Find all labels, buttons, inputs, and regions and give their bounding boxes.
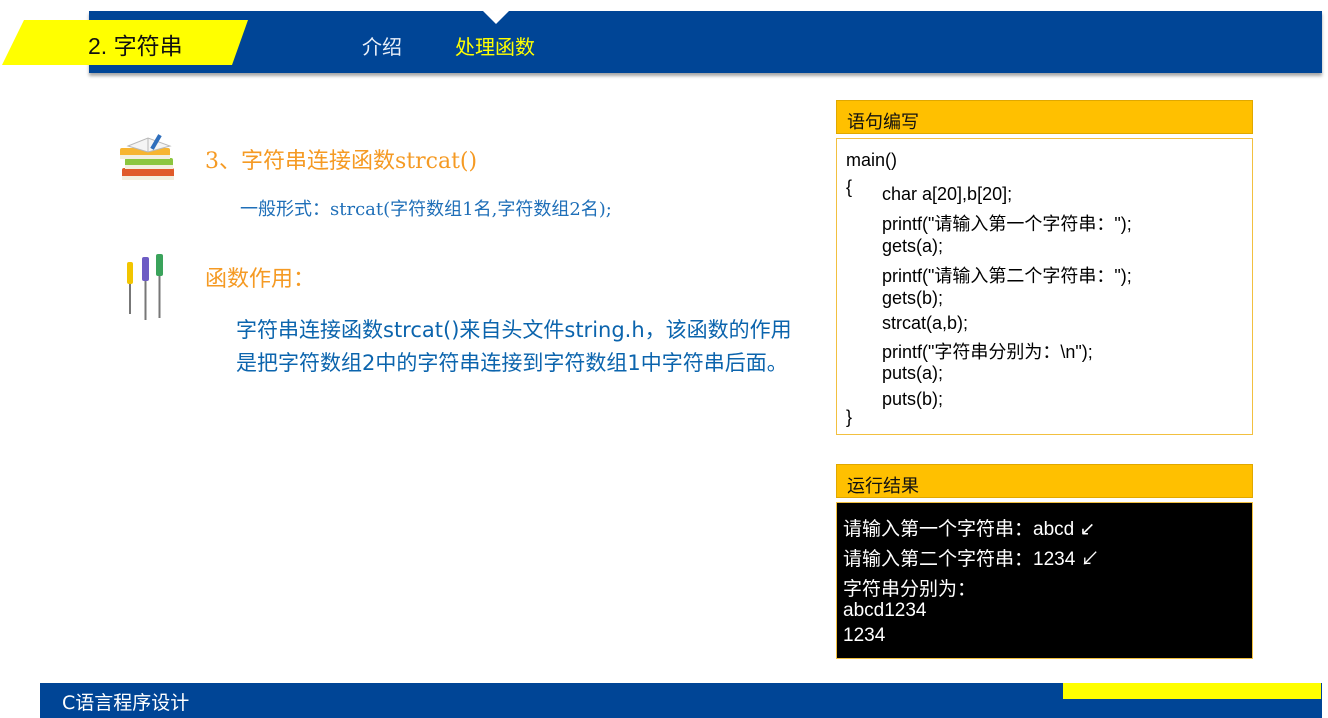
result-console: 请输入第一个字符串：abcd ↙ 请输入第二个字符串：1234 ↙ 字符串分别为… — [836, 502, 1253, 659]
chapter-title: 2. 字符串 — [88, 33, 183, 59]
code-line: printf("字符串分别为：\n"); — [882, 342, 1093, 362]
code-line: puts(a); — [882, 363, 944, 383]
result-panel-header: 运行结果 — [836, 464, 1253, 498]
function-description: 字符串连接函数strcat()来自头文件string.h，该函数的作用是把字符数… — [236, 318, 792, 375]
result-panel-title: 运行结果 — [847, 476, 919, 497]
active-indicator-notch — [483, 11, 509, 24]
result-line: 字符串分别为： — [843, 579, 977, 600]
result-line: 请输入第二个字符串：1234 ↙ — [843, 549, 1100, 570]
result-line: 请输入第一个字符串：abcd ↙ — [843, 519, 1096, 540]
code-line: strcat(a,b); — [882, 313, 969, 333]
code-panel: main() { char a[20],b[20]; printf("请输入第一… — [836, 138, 1253, 435]
general-form-text: 一般形式：strcat(字符数组1名,字符数组2名); — [240, 199, 612, 220]
code-line: main() — [846, 150, 898, 170]
chapter-tab: 2. 字符串 — [2, 20, 248, 65]
top-banner — [89, 11, 1322, 73]
code-line: puts(b); — [882, 389, 944, 409]
screwdrivers-icon — [127, 254, 163, 320]
code-line: gets(a); — [882, 236, 944, 256]
nav-item-functions[interactable]: 处理函数 — [455, 31, 535, 60]
code-line: } — [846, 407, 853, 427]
code-line: gets(b); — [882, 288, 944, 308]
result-line: 1234 — [843, 625, 886, 646]
section-heading: 3、字符串连接函数strcat() — [205, 149, 478, 174]
code-line: printf("请输入第一个字符串："); — [882, 214, 1132, 234]
books-icon — [120, 134, 174, 180]
code-panel-title: 语句编写 — [847, 112, 919, 133]
footer-course-title: C语言程序设计 — [62, 692, 190, 714]
code-line: char a[20],b[20]; — [882, 184, 1013, 204]
footer-accent-bar — [1063, 683, 1321, 699]
result-line: abcd1234 — [843, 600, 927, 621]
code-panel-header: 语句编写 — [836, 100, 1253, 134]
code-line: { — [846, 177, 853, 197]
nav-item-intro[interactable]: 介绍 — [362, 31, 402, 60]
code-line: printf("请输入第二个字符串："); — [882, 266, 1132, 286]
function-heading: 函数作用： — [205, 267, 316, 292]
